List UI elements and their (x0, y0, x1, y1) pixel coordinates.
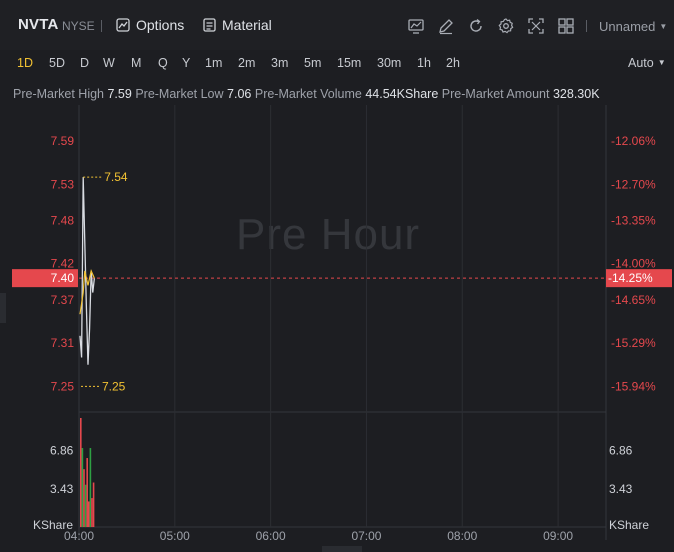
header-divider (101, 20, 102, 32)
percent-tick-label: -13.35% (611, 213, 656, 227)
options-icon (116, 18, 130, 32)
layout-selector[interactable]: Unnamed ▼ (599, 19, 667, 34)
volume-bars (80, 418, 95, 527)
ticker-symbol: NVTA (18, 16, 59, 33)
percent-tick-label: -14.65% (611, 293, 656, 307)
price-tick-label: 7.37 (51, 293, 75, 307)
chevron-down-icon: ▼ (657, 58, 666, 67)
current-percent-label: -14.25% (608, 271, 653, 285)
volume-label: Pre-Market Volume (254, 87, 362, 101)
x-tick-label: 05:00 (160, 529, 190, 543)
high-value: 7.59 (107, 87, 132, 101)
material-label: Material (222, 17, 272, 33)
volume-bar (80, 418, 82, 527)
auto-label: Auto (628, 56, 654, 70)
volume-tick-label-left: 6.86 (50, 444, 74, 458)
timeframe-y[interactable]: Y (182, 56, 190, 70)
price-tick-label: 7.42 (51, 257, 75, 271)
price-tick-label: 7.53 (51, 177, 75, 191)
min-annotation-label: 7.25 (102, 379, 126, 393)
chart-header: NVTA NYSE Options Material Unnamed ▼ (0, 0, 674, 50)
amount-label: Pre-Market Amount (441, 87, 550, 101)
price-tick-label: 7.25 (51, 379, 75, 393)
axis-labels: 04:00 05:00 06:00 07:00 08:00 09:007.59 -12.06… (12, 134, 672, 543)
timeframe-1h[interactable]: 1h (417, 56, 431, 70)
timeframe-d[interactable]: D (80, 56, 89, 70)
material-icon (203, 18, 216, 32)
max-annotation-label: 7.54 (104, 170, 128, 184)
material-button[interactable]: Material (203, 17, 272, 33)
x-tick-label: 06:00 (256, 529, 286, 543)
reset-icon[interactable] (467, 17, 485, 35)
chart-style-icon[interactable] (407, 17, 425, 35)
price-tick-label: 7.31 (51, 336, 75, 350)
x-tick-label: 07:00 (351, 529, 381, 543)
price-tick-label: 7.48 (51, 213, 75, 227)
volume-value: 44.54KShare (365, 87, 439, 101)
timeframe-3m[interactable]: 3m (271, 56, 288, 70)
price-chart[interactable]: 04:00 05:00 06:00 07:00 08:00 09:007.59 -12.06… (0, 100, 674, 546)
timeframe-2m[interactable]: 2m (238, 56, 255, 70)
timeframe-w[interactable]: W (103, 56, 115, 70)
layout-name: Unnamed (599, 19, 656, 34)
options-button[interactable]: Options (116, 17, 184, 33)
low-value: 7.06 (227, 87, 252, 101)
x-tick-label: 08:00 (447, 529, 477, 543)
timeframe-1d[interactable]: 1D (17, 56, 33, 70)
volume-bar (89, 448, 92, 527)
options-label: Options (136, 17, 185, 33)
exchange-label: NYSE (62, 19, 95, 33)
x-tick-label: 09:00 (543, 529, 573, 543)
layout-grid-icon[interactable] (557, 17, 575, 35)
timeframe-q[interactable]: Q (158, 56, 168, 70)
current-price-label: 7.40 (51, 271, 75, 285)
timeframe-5d[interactable]: 5D (49, 56, 65, 70)
premarket-info: Pre-Market High 7.59 Pre-Market Low 7.06… (13, 87, 600, 101)
chart-grid (78, 105, 607, 540)
price-lines (79, 176, 606, 387)
timeframe-15m[interactable]: 15m (337, 56, 361, 70)
percent-tick-label: -12.06% (611, 134, 656, 148)
percent-tick-label: -14.00% (611, 257, 656, 271)
percent-tick-label: -15.29% (611, 336, 656, 350)
price-line (79, 177, 96, 365)
volume-bar (84, 484, 87, 527)
timeframe-2h[interactable]: 2h (446, 56, 460, 70)
volume-tick-label-left: 3.43 (50, 482, 74, 496)
header-divider-right (586, 20, 587, 32)
timeframe-30m[interactable]: 30m (377, 56, 401, 70)
volume-tick-label-right: 3.43 (609, 482, 633, 496)
high-label: Pre-Market High (13, 87, 104, 101)
volume-bar (91, 498, 93, 527)
percent-tick-label: -12.70% (611, 177, 656, 191)
volume-tick-label-right: 6.86 (609, 444, 633, 458)
volume-bar (87, 501, 90, 527)
percent-tick-label: -15.94% (611, 379, 656, 393)
timeframe-5m[interactable]: 5m (304, 56, 321, 70)
low-label: Pre-Market Low (135, 87, 224, 101)
timeframe-m[interactable]: M (131, 56, 141, 70)
bottom-panel-handle[interactable] (322, 546, 362, 552)
amount-value: 328.30K (552, 87, 600, 101)
volume-bar (83, 469, 85, 527)
fullscreen-icon[interactable] (527, 17, 545, 35)
chevron-down-icon: ▼ (659, 22, 668, 31)
volume-unit-left: KShare (33, 518, 73, 532)
timeframe-bar: 1D 5D D W M Q Y 1m 2m 3m 5m 15m 30m 1h 2… (0, 50, 674, 76)
volume-bar (86, 458, 88, 527)
timeframe-1m[interactable]: 1m (205, 56, 222, 70)
price-tick-label: 7.59 (51, 134, 75, 148)
volume-unit-right: KShare (609, 518, 649, 532)
settings-icon[interactable] (497, 17, 515, 35)
scale-auto-selector[interactable]: Auto ▼ (628, 56, 666, 70)
draw-icon[interactable] (437, 17, 455, 35)
volume-bar (92, 482, 95, 527)
volume-bar (81, 448, 84, 527)
